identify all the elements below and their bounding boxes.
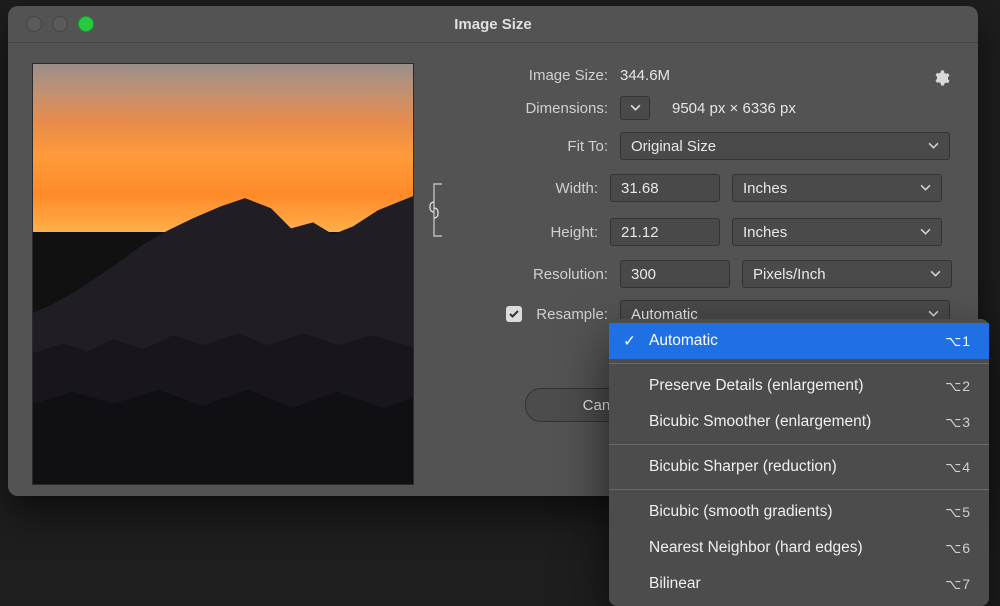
link-dimensions-icon[interactable] bbox=[422, 172, 452, 248]
resample-option-shortcut: ⌥1 bbox=[945, 333, 971, 350]
resample-option[interactable]: Preserve Details (enlargement) ⌥2 bbox=[609, 368, 989, 404]
resolution-label: Resolution: bbox=[438, 266, 608, 283]
fit-to-select[interactable]: Original Size bbox=[620, 132, 950, 160]
fit-to-label: Fit To: bbox=[438, 138, 608, 155]
chevron-down-icon bbox=[928, 138, 939, 155]
resample-option-label: Nearest Neighbor (hard edges) bbox=[649, 539, 863, 557]
menu-divider bbox=[609, 489, 989, 490]
resample-option-shortcut: ⌥2 bbox=[945, 378, 971, 395]
chevron-down-icon bbox=[930, 266, 941, 283]
image-size-value: 344.6M bbox=[620, 67, 670, 84]
resample-checkbox[interactable] bbox=[506, 306, 522, 322]
image-size-label: Image Size: bbox=[438, 67, 608, 84]
dimensions-value: 9504 px × 6336 px bbox=[672, 100, 796, 117]
height-input[interactable]: 21.12 bbox=[610, 218, 720, 246]
width-label: Width: bbox=[456, 180, 598, 197]
resample-option[interactable]: Bicubic Sharper (reduction) ⌥4 bbox=[609, 449, 989, 485]
resample-option[interactable]: Nearest Neighbor (hard edges) ⌥6 bbox=[609, 530, 989, 566]
resample-option-shortcut: ⌥6 bbox=[945, 540, 971, 557]
resample-option[interactable]: Bicubic (smooth gradients) ⌥5 bbox=[609, 494, 989, 530]
resolution-value: 300 bbox=[631, 266, 656, 283]
dimensions-label: Dimensions: bbox=[438, 100, 608, 117]
menu-divider bbox=[609, 363, 989, 364]
resample-option-shortcut: ⌥4 bbox=[945, 459, 971, 476]
width-value: 31.68 bbox=[621, 180, 659, 197]
chevron-down-icon bbox=[630, 100, 641, 117]
image-preview bbox=[32, 63, 414, 485]
height-unit-value: Inches bbox=[743, 224, 787, 241]
resolution-input[interactable]: 300 bbox=[620, 260, 730, 288]
resample-option-label: Bilinear bbox=[649, 575, 701, 593]
titlebar: Image Size bbox=[8, 6, 978, 43]
resample-option[interactable]: ✓ Automatic ⌥1 bbox=[609, 323, 989, 359]
width-input[interactable]: 31.68 bbox=[610, 174, 720, 202]
resample-option-label: Bicubic (smooth gradients) bbox=[649, 503, 833, 521]
resample-option-label: Automatic bbox=[649, 332, 718, 350]
resample-option-label: Preserve Details (enlargement) bbox=[649, 377, 864, 395]
resample-option[interactable]: Bicubic Smoother (enlargement) ⌥3 bbox=[609, 404, 989, 440]
chevron-down-icon bbox=[920, 180, 931, 197]
menu-divider bbox=[609, 444, 989, 445]
resample-option-shortcut: ⌥5 bbox=[945, 504, 971, 521]
resample-dropdown-menu: ✓ Automatic ⌥1 Preserve Details (enlargemen… bbox=[609, 319, 989, 606]
width-unit-value: Inches bbox=[743, 180, 787, 197]
width-unit-select[interactable]: Inches bbox=[732, 174, 942, 202]
chevron-down-icon bbox=[920, 224, 931, 241]
height-label: Height: bbox=[456, 224, 598, 241]
dialog-title: Image Size bbox=[8, 16, 978, 33]
resample-option-shortcut: ⌥7 bbox=[945, 576, 971, 593]
fit-to-value: Original Size bbox=[631, 138, 716, 155]
check-icon: ✓ bbox=[623, 332, 636, 351]
resample-option-shortcut: ⌥3 bbox=[945, 414, 971, 431]
dimensions-unit-button[interactable] bbox=[620, 96, 650, 120]
resample-option-label: Bicubic Sharper (reduction) bbox=[649, 458, 837, 476]
resample-option-label: Bicubic Smoother (enlargement) bbox=[649, 413, 871, 431]
resample-label: Resample: bbox=[536, 306, 608, 323]
height-value: 21.12 bbox=[621, 224, 659, 241]
resample-option[interactable]: Bilinear ⌥7 bbox=[609, 566, 989, 602]
gear-icon[interactable] bbox=[932, 69, 950, 91]
resolution-unit-value: Pixels/Inch bbox=[753, 266, 826, 283]
resolution-unit-select[interactable]: Pixels/Inch bbox=[742, 260, 952, 288]
height-unit-select[interactable]: Inches bbox=[732, 218, 942, 246]
